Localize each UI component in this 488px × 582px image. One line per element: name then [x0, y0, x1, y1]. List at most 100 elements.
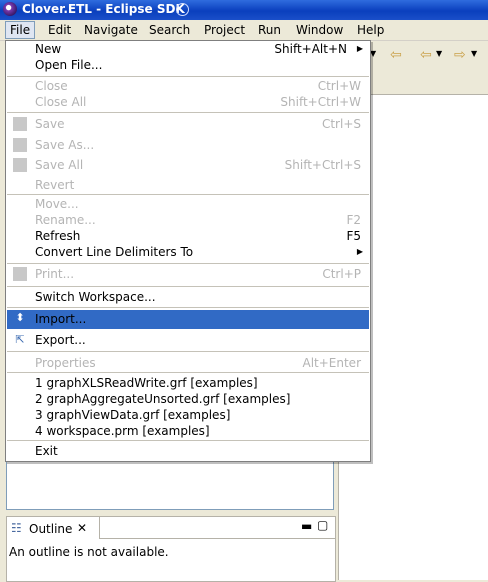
outline-tab[interactable]: ☷ Outline ✕ [7, 517, 100, 539]
save-all-icon [13, 158, 27, 172]
menu-item-shortcut: Alt+Enter [302, 356, 361, 370]
menu-bar: File Edit Navigate Search Project Run Wi… [0, 20, 488, 41]
menu-item-label: Save All [35, 158, 84, 172]
menu-item-switch-workspace[interactable]: Switch Workspace... [7, 289, 369, 305]
forward-arrow-icon[interactable]: ⇨ [454, 47, 466, 63]
back-dropdown-icon[interactable]: ▼ [436, 49, 442, 58]
menu-item-label: Close [35, 79, 68, 93]
menu-item-label: Convert Line Delimiters To [35, 245, 194, 259]
import-icon: ⬍ [15, 311, 25, 324]
minimize-icon[interactable]: ▬ [301, 519, 312, 533]
menu-item-label: Export... [35, 333, 86, 347]
menu-item-label: New [35, 42, 62, 56]
printer-icon [13, 267, 27, 281]
menu-item-close: Close Ctrl+W [7, 78, 369, 94]
menu-item-save-as: Save As... [7, 137, 369, 153]
menu-item-label: Import... [35, 312, 87, 326]
back-arrow-icon[interactable]: ⇦ [420, 47, 432, 63]
submenu-arrow-icon: ▶ [356, 247, 363, 256]
title-bar: Clover.ETL - Eclipse SDK [0, 0, 488, 20]
menu-separator [7, 194, 369, 195]
close-icon[interactable]: ✕ [77, 521, 87, 535]
menu-item-recent-file[interactable]: 4 workspace.prm [examples] [7, 423, 369, 439]
menu-item-label: Save [35, 117, 65, 131]
menu-item-refresh[interactable]: Refresh F5 [7, 228, 369, 244]
save-icon [13, 117, 27, 131]
outline-tab-label: Outline [29, 522, 73, 536]
file-menu: New Shift+Alt+N ▶ Open File... Close Ctr… [5, 40, 371, 462]
menu-separator [7, 263, 369, 264]
menu-item-label: Exit [35, 444, 58, 458]
navigator-view[interactable] [6, 455, 334, 510]
outline-message: An outline is not available. [9, 545, 169, 559]
menu-separator [7, 76, 369, 77]
menu-run[interactable]: Run [254, 22, 285, 38]
forward-dropdown-icon[interactable]: ▼ [471, 49, 477, 58]
menu-item-label: Print... [35, 267, 75, 281]
menu-file[interactable]: File [5, 21, 36, 39]
eclipse-app-icon [3, 2, 17, 16]
menu-item-shortcut: Shift+Ctrl+S [284, 158, 361, 172]
menu-help[interactable]: Help [353, 22, 388, 38]
menu-item-label: Save As... [35, 138, 95, 152]
last-edit-location-icon[interactable]: ⇦ [390, 47, 402, 63]
menu-item-shortcut: F5 [346, 229, 361, 243]
menu-item-shortcut: Shift+Alt+N [274, 42, 347, 56]
menu-item-label: Properties [35, 356, 96, 370]
menu-edit[interactable]: Edit [44, 22, 75, 38]
menu-navigate[interactable]: Navigate [80, 22, 142, 38]
menu-item-export[interactable]: ⇱ Export... [7, 332, 369, 348]
menu-item-label: Switch Workspace... [35, 290, 156, 304]
maximize-icon[interactable]: ▢ [317, 518, 328, 532]
menu-item-open-file[interactable]: Open File... [7, 57, 369, 73]
menu-item-properties: Properties Alt+Enter [7, 355, 369, 371]
outline-view: ☷ Outline ✕ ▬ ▢ An outline is not availa… [6, 516, 336, 582]
menu-separator [7, 440, 369, 441]
outline-icon: ☷ [11, 521, 22, 535]
menu-item-label: 4 workspace.prm [examples] [35, 424, 210, 438]
menu-item-shortcut: Ctrl+P [322, 267, 361, 281]
menu-separator [7, 307, 369, 308]
menu-item-label: 3 graphViewData.grf [examples] [35, 408, 231, 422]
menu-item-recent-file[interactable]: 2 graphAggregateUnsorted.grf [examples] [7, 391, 369, 407]
menu-item-rename: Rename... F2 [7, 212, 369, 228]
menu-item-recent-file[interactable]: 1 graphXLSReadWrite.grf [examples] [7, 375, 369, 391]
menu-item-new[interactable]: New Shift+Alt+N ▶ [7, 41, 369, 57]
export-icon: ⇱ [15, 333, 25, 346]
menu-item-save: Save Ctrl+S [7, 116, 369, 132]
menu-item-label: 2 graphAggregateUnsorted.grf [examples] [35, 392, 291, 406]
menu-item-label: Move... [35, 197, 79, 211]
menu-separator [7, 351, 369, 352]
menu-item-move: Move... [7, 196, 369, 212]
menu-item-label: Refresh [35, 229, 81, 243]
menu-item-label: Close All [35, 95, 87, 109]
menu-item-exit[interactable]: Exit [7, 443, 369, 459]
menu-separator [7, 372, 369, 373]
menu-item-label: Open File... [35, 58, 103, 72]
menu-window[interactable]: Window [292, 22, 347, 38]
menu-item-import[interactable]: ⬍ Import... [7, 310, 369, 329]
menu-item-label: 1 graphXLSReadWrite.grf [examples] [35, 376, 258, 390]
menu-item-label: Revert [35, 178, 75, 192]
toolbar: ▼ ⇦ ⇦ ▼ ⇨ ▼ [368, 43, 488, 69]
menu-item-save-all: Save All Shift+Ctrl+S [7, 157, 369, 173]
menu-item-close-all: Close All Shift+Ctrl+W [7, 94, 369, 110]
menu-item-shortcut: Ctrl+S [321, 117, 361, 131]
menu-search[interactable]: Search [145, 22, 194, 38]
submenu-arrow-icon: ▶ [356, 44, 363, 53]
menu-separator [7, 286, 369, 287]
menu-item-convert-line-delimiters[interactable]: Convert Line Delimiters To ▶ [7, 244, 369, 260]
menu-separator [7, 112, 369, 113]
menu-item-shortcut: Shift+Ctrl+W [280, 95, 361, 109]
menu-item-shortcut: Ctrl+W [317, 79, 361, 93]
menu-item-revert: Revert [7, 177, 369, 193]
window-title: Clover.ETL - Eclipse SDK [22, 2, 185, 16]
menu-item-print: Print... Ctrl+P [7, 266, 369, 282]
menu-item-recent-file[interactable]: 3 graphViewData.grf [examples] [7, 407, 369, 423]
save-as-icon [13, 138, 27, 152]
menu-project[interactable]: Project [200, 22, 249, 38]
globe-icon [176, 3, 189, 16]
menu-item-label: Rename... [35, 213, 96, 227]
divider [99, 538, 335, 539]
menu-item-shortcut: F2 [346, 213, 361, 227]
